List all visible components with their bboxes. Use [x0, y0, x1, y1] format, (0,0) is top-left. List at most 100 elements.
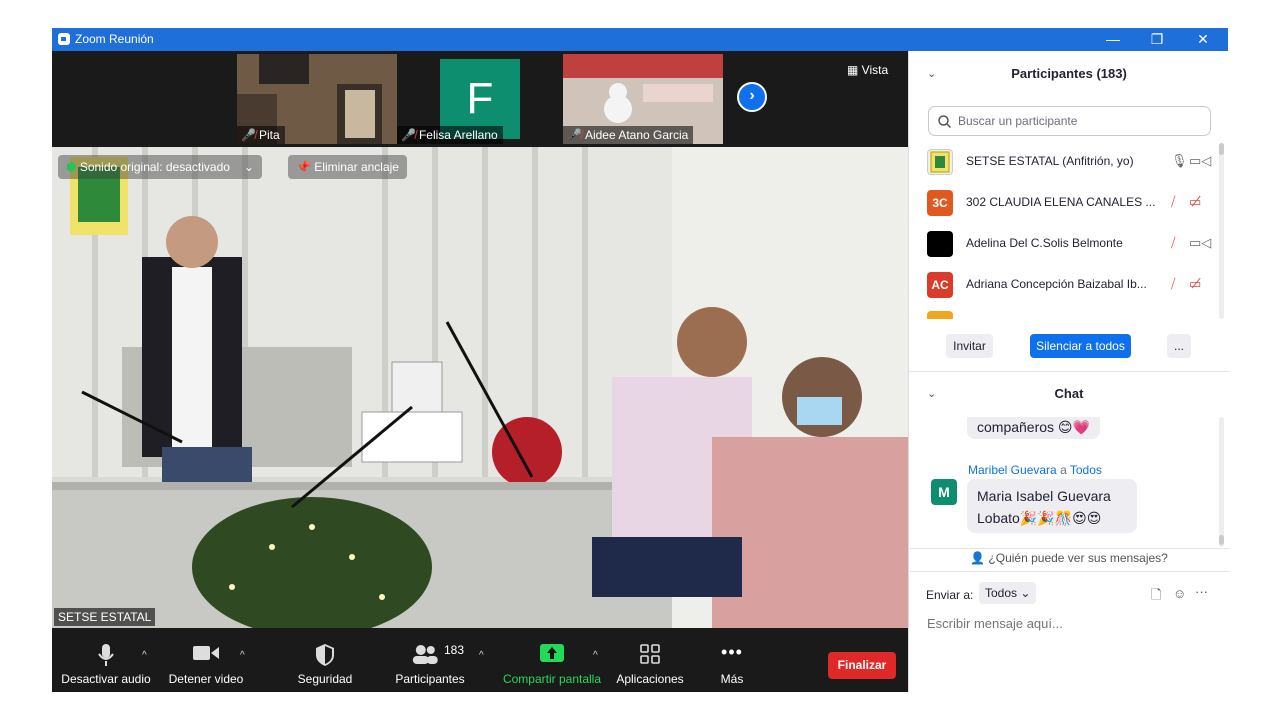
divider	[909, 571, 1229, 572]
avatar: 3C	[927, 190, 953, 216]
mic-muted-icon[interactable]: ⧸	[1171, 276, 1175, 292]
close-button[interactable]: ✕	[1180, 28, 1226, 51]
tile-name-label: 🎤̸ Felisa Arellano	[397, 126, 503, 144]
grid-icon: ▦	[847, 63, 862, 77]
participants-count: 183	[444, 643, 465, 657]
participants-button[interactable]: 183 Participantes	[392, 628, 468, 692]
avatar	[927, 149, 953, 175]
participants-title: Participantes (183)	[1011, 66, 1127, 81]
person-lock-icon: 👤	[970, 551, 989, 565]
participants-scrollbar[interactable]	[1219, 143, 1224, 155]
avatar	[927, 231, 953, 257]
mic-muted-icon: 🎤̸	[401, 128, 416, 142]
people-icon	[412, 645, 438, 664]
participant-video-tile[interactable]: 🎤̸ Pita	[237, 54, 397, 144]
more-button[interactable]: ••• Más	[708, 628, 756, 692]
audio-options-caret[interactable]: ^	[142, 650, 147, 661]
video-off-icon[interactable]: ▭̸	[1189, 194, 1201, 210]
participant-list: SETSE ESTATAL (Anfitrión, yo) 🎙 ▭◁ 3C 30…	[909, 141, 1219, 319]
mute-button[interactable]: Desactivar audio	[58, 628, 154, 692]
setse-logo-icon	[930, 151, 950, 173]
video-off-icon[interactable]: ▭̸	[1189, 276, 1201, 292]
participant-row[interactable]: AC Adriana Concepción Baizabal Ib... ⧸ ▭…	[909, 264, 1219, 305]
gallery-strip: 🎤̸ Pita F 🎤̸ Felisa Arellano 🎤̸ Aidee Atano…	[52, 51, 908, 146]
search-icon	[938, 115, 951, 128]
more-dots-icon[interactable]: ···	[1195, 584, 1208, 599]
participant-name: SETSE ESTATAL (Anfitrión, yo)	[966, 154, 1134, 168]
search-input[interactable]	[956, 113, 1200, 129]
share-screen-button[interactable]: Compartir pantalla	[500, 628, 604, 692]
minimize-button[interactable]: —	[1090, 28, 1136, 51]
chevron-down-icon: ⌄	[243, 160, 254, 174]
participant-row[interactable]: Adelina Del C.Solis Belmonte ⧸ ▭◁	[909, 223, 1219, 264]
video-camera-icon[interactable]: ▭◁	[1189, 235, 1211, 251]
mute-all-button[interactable]: Silenciar a todos	[1030, 334, 1131, 358]
file-icon[interactable]: 🗋	[1151, 586, 1161, 608]
mic-muted-icon[interactable]: ⧸	[1171, 194, 1175, 210]
title-bar: Zoom Reunión — ❐ ✕	[52, 28, 1228, 51]
stop-video-button[interactable]: Detener video	[164, 628, 248, 692]
conference-room-video	[52, 147, 908, 628]
participant-name: 302 CLAUDIA ELENA CANALES ...	[966, 195, 1156, 209]
main-video: ⬢ Sonido original: desactivado ⌄ 📌 Elimin…	[52, 147, 908, 628]
remove-pin-button[interactable]: 📌 Eliminar anclaje	[288, 155, 407, 179]
chat-message: compañeros 😊💗	[967, 417, 1100, 439]
avatar	[927, 311, 953, 319]
apps-button[interactable]: Aplicaciones	[612, 628, 688, 692]
view-button[interactable]: ▦ Vista	[847, 63, 888, 77]
end-meeting-button[interactable]: Finalizar	[828, 652, 896, 679]
avatar: AC	[927, 272, 953, 298]
video-camera-icon	[193, 646, 219, 660]
participant-video-tile[interactable]: F 🎤̸ Felisa Arellano	[397, 54, 557, 144]
chat-message-header: Maribel Guevara a Todos	[968, 463, 1102, 477]
microphone-icon[interactable]: 🎙	[1171, 153, 1188, 169]
emoji-icon[interactable]: ☺	[1173, 586, 1186, 601]
share-screen-icon	[540, 644, 564, 662]
speaker-name-tag: SETSE ESTATAL	[54, 608, 156, 626]
apps-icon	[640, 644, 660, 664]
chat-scrollbar[interactable]	[1219, 535, 1224, 545]
send-to-label: Enviar a:	[926, 588, 974, 602]
zoom-window: Zoom Reunión — ❐ ✕ 🎤̸ Pita F 🎤̸ Felisa Ar	[52, 28, 1229, 692]
meeting-toolbar: Desactivar audio ^ Detener video ^ Segur…	[52, 628, 908, 692]
chevron-down-icon: ⌄	[1020, 586, 1031, 600]
more-options-button[interactable]: ...	[1167, 334, 1191, 358]
microphone-icon	[98, 644, 114, 666]
pin-icon: 📌	[296, 160, 315, 174]
more-dots-icon: •••	[721, 642, 743, 662]
participant-row[interactable]: 3C 302 CLAUDIA ELENA CANALES ... ⧸ ▭̸	[909, 182, 1219, 223]
video-camera-icon[interactable]: ▭◁	[1189, 153, 1211, 169]
participant-name: Adriana Concepción Baizabal Ib...	[966, 277, 1147, 291]
chevron-right-icon: ›	[749, 87, 755, 104]
participants-options-caret[interactable]: ^	[479, 650, 484, 661]
restore-button[interactable]: ❐	[1134, 28, 1180, 51]
window-title: Zoom Reunión	[75, 32, 154, 46]
participants-scrollbar-track[interactable]	[1219, 143, 1224, 319]
video-options-caret[interactable]: ^	[240, 650, 245, 661]
video-area: 🎤̸ Pita F 🎤̸ Felisa Arellano 🎤̸ Aidee Atano…	[52, 51, 908, 628]
share-options-caret[interactable]: ^	[593, 650, 598, 661]
invite-button[interactable]: Invitar	[946, 334, 993, 358]
chat-title: Chat	[1054, 386, 1084, 401]
participant-row[interactable]: SETSE ESTATAL (Anfitrión, yo) 🎙 ▭◁	[909, 141, 1219, 182]
zoom-app-icon	[58, 33, 70, 45]
who-can-see-messages-link[interactable]: 👤 ¿Quién puede ver sus mensajes?	[909, 551, 1229, 565]
chat-message-input[interactable]	[925, 612, 1219, 634]
original-sound-toggle[interactable]: ⬢ Sonido original: desactivado ⌄	[58, 155, 262, 179]
mic-muted-icon: 🎤̸	[241, 128, 256, 142]
tile-name-label: 🎤̸ Aidee Atano Garcia	[563, 126, 694, 144]
recipient-dropdown[interactable]: Todos ⌄	[979, 582, 1037, 604]
participant-search-box[interactable]	[928, 106, 1211, 136]
shield-icon	[316, 644, 334, 666]
divider	[909, 548, 1229, 549]
security-button[interactable]: Seguridad	[288, 628, 362, 692]
chat-scrollbar-track[interactable]	[1219, 417, 1224, 547]
mic-muted-icon[interactable]: ⧸	[1171, 235, 1175, 251]
chat-message: Maria Isabel Guevara Lobato🎉🎉🎊😍😍	[967, 479, 1137, 533]
tile-name-label: 🎤̸ Pita	[237, 126, 285, 144]
avatar: M	[931, 479, 957, 505]
shield-check-icon: ⬢	[66, 160, 80, 174]
next-page-button[interactable]: ›	[737, 82, 767, 112]
divider	[909, 371, 1229, 372]
participant-video-tile[interactable]: 🎤̸ Aidee Atano Garcia	[563, 54, 723, 144]
